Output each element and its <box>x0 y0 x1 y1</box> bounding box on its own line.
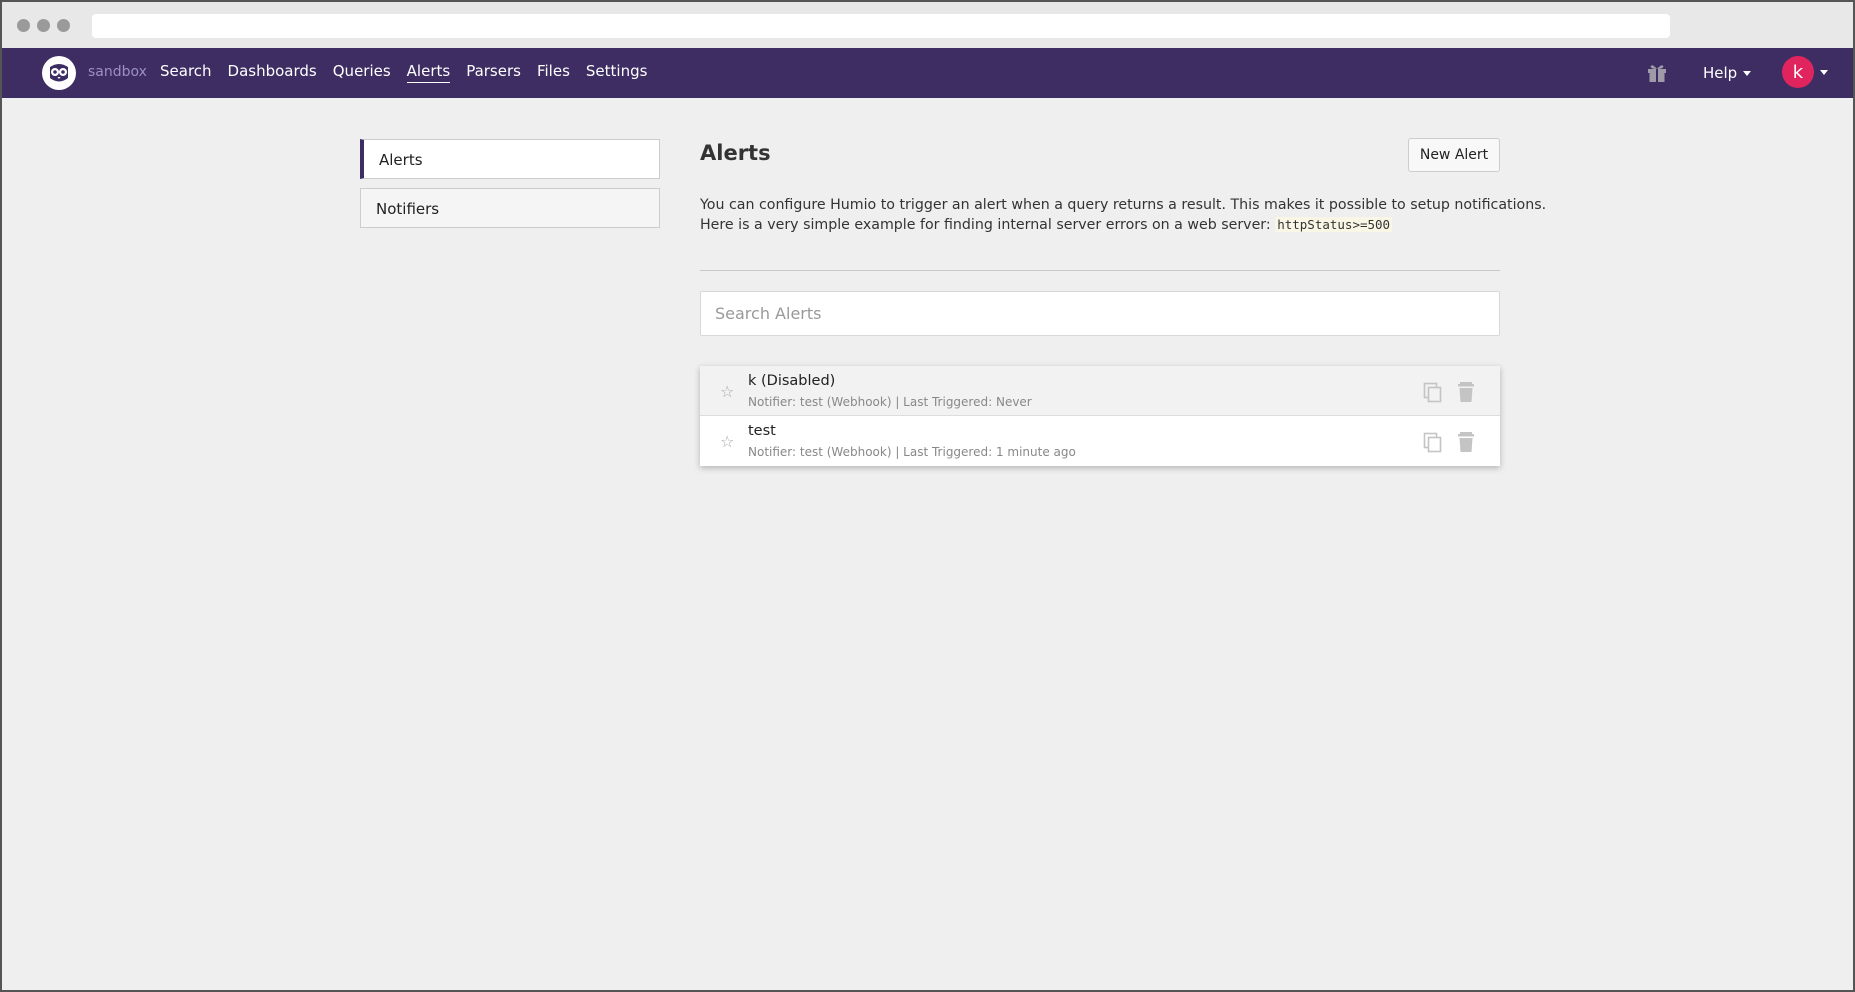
nav-alerts[interactable]: Alerts <box>406 62 451 83</box>
search-alerts-input[interactable] <box>700 291 1500 336</box>
repository-name[interactable]: sandbox <box>88 64 147 80</box>
address-bar[interactable] <box>92 14 1670 38</box>
top-navbar: sandbox Search Dashboards Queries Alerts… <box>2 48 1853 98</box>
browser-window: sandbox Search Dashboards Queries Alerts… <box>0 0 1855 992</box>
sidebar-item-notifiers[interactable]: Notifiers <box>360 188 660 228</box>
nav-queries[interactable]: Queries <box>333 62 391 83</box>
owl-logo-icon[interactable] <box>42 56 76 90</box>
example-code: httpStatus>=500 <box>1275 217 1393 232</box>
maximize-window-dot[interactable] <box>57 19 70 32</box>
nav-settings[interactable]: Settings <box>586 62 648 83</box>
trash-icon[interactable] <box>1456 431 1476 453</box>
main-nav: Search Dashboards Queries Alerts Parsers… <box>160 62 663 83</box>
copy-icon[interactable] <box>1422 381 1444 403</box>
user-menu[interactable]: k <box>1782 56 1828 88</box>
star-icon[interactable]: ☆ <box>720 382 734 401</box>
help-menu[interactable]: Help <box>1703 64 1752 82</box>
description: You can configure Humio to trigger an al… <box>700 195 1547 235</box>
description-line-2: Here is a very simple example for findin… <box>700 215 1510 235</box>
description-line-1: You can configure Humio to trigger an al… <box>700 197 1547 213</box>
trash-icon[interactable] <box>1456 381 1476 403</box>
alert-meta: Notifier: test (Webhook) | Last Triggere… <box>748 445 1076 459</box>
close-window-dot[interactable] <box>17 19 30 32</box>
nav-files[interactable]: Files <box>537 62 570 83</box>
page-title: Alerts <box>700 141 771 165</box>
gift-icon[interactable] <box>1646 62 1668 84</box>
nav-parsers[interactable]: Parsers <box>466 62 521 83</box>
help-label: Help <box>1703 64 1738 82</box>
minimize-window-dot[interactable] <box>37 19 50 32</box>
nav-dashboards[interactable]: Dashboards <box>228 62 317 83</box>
sidebar-item-alerts[interactable]: Alerts <box>360 139 660 179</box>
alert-name: k (Disabled) <box>748 373 836 389</box>
nav-search[interactable]: Search <box>160 62 212 83</box>
chevron-down-icon <box>1743 71 1752 76</box>
star-icon[interactable]: ☆ <box>720 432 734 451</box>
new-alert-button[interactable]: New Alert <box>1408 138 1500 172</box>
copy-icon[interactable] <box>1422 431 1444 453</box>
alert-row[interactable]: ☆ test Notifier: test (Webhook) | Last T… <box>700 416 1500 466</box>
alert-list: ☆ k (Disabled) Notifier: test (Webhook) … <box>700 366 1500 466</box>
alert-name: test <box>748 423 776 439</box>
description-line-2-text: Here is a very simple example for findin… <box>700 217 1276 233</box>
chevron-down-icon <box>1820 69 1828 75</box>
alert-row[interactable]: ☆ k (Disabled) Notifier: test (Webhook) … <box>700 366 1500 416</box>
browser-chrome <box>2 2 1853 48</box>
alert-meta: Notifier: test (Webhook) | Last Triggere… <box>748 395 1032 409</box>
divider <box>700 270 1500 271</box>
avatar: k <box>1782 56 1814 88</box>
